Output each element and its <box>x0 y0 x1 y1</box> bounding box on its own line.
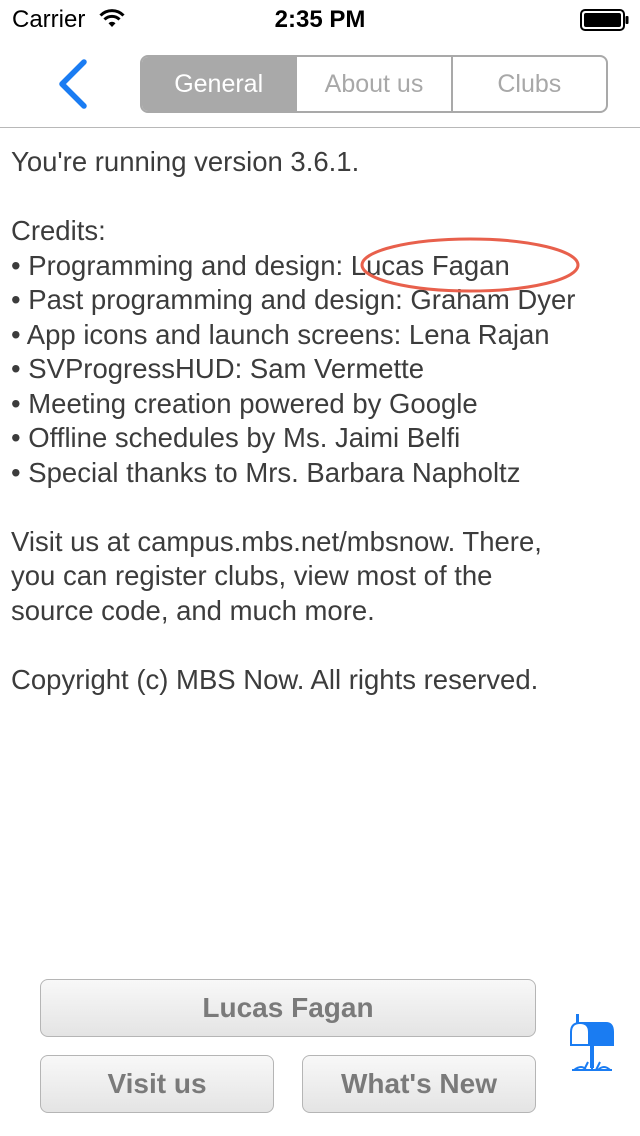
segmented-control: General About us Clubs <box>140 55 608 113</box>
chevron-left-icon <box>59 59 87 109</box>
status-bar: Carrier 2:35 PM <box>0 0 640 40</box>
battery-icon <box>580 9 629 31</box>
back-button[interactable] <box>50 58 100 110</box>
whats-new-button[interactable]: What's New <box>302 1055 536 1113</box>
status-time: 2:35 PM <box>274 6 366 33</box>
credit-item: • App icons and launch screens: Lena Raj… <box>11 318 550 350</box>
name-button[interactable]: Lucas Fagan <box>40 979 536 1037</box>
visit-text-line: Visit us at campus.mbs.net/mbsnow. There… <box>11 525 542 557</box>
tab-about-us[interactable]: About us <box>295 57 450 111</box>
credit-item: • Special thanks to Mrs. Barbara Napholt… <box>11 456 521 488</box>
credit-item: • Meeting creation powered by Google <box>11 387 478 419</box>
visit-text-line: source code, and much more. <box>11 594 375 626</box>
about-screen: Carrier 2:35 PM General About us Clubs Y… <box>0 0 640 1136</box>
version-text: You're running version 3.6.1. <box>11 146 360 177</box>
navigation-bar: General About us Clubs <box>0 40 640 128</box>
tab-general[interactable]: General <box>142 57 296 111</box>
about-text: You're running version 3.6.1. Credits: •… <box>11 145 633 697</box>
visit-us-button[interactable]: Visit us <box>40 1055 274 1113</box>
tab-clubs[interactable]: Clubs <box>450 57 606 111</box>
copyright-text: Copyright (c) MBS Now. All rights reserv… <box>11 663 539 695</box>
credit-item: • SVProgressHUD: Sam Vermette <box>11 353 425 384</box>
highlight-annotation <box>360 237 580 293</box>
mailbox-icon[interactable] <box>568 1012 616 1076</box>
credit-item: • Offline schedules by Ms. Jaimi Belfi <box>11 422 461 453</box>
visit-text-line: you can register clubs, view most of the <box>11 560 493 591</box>
